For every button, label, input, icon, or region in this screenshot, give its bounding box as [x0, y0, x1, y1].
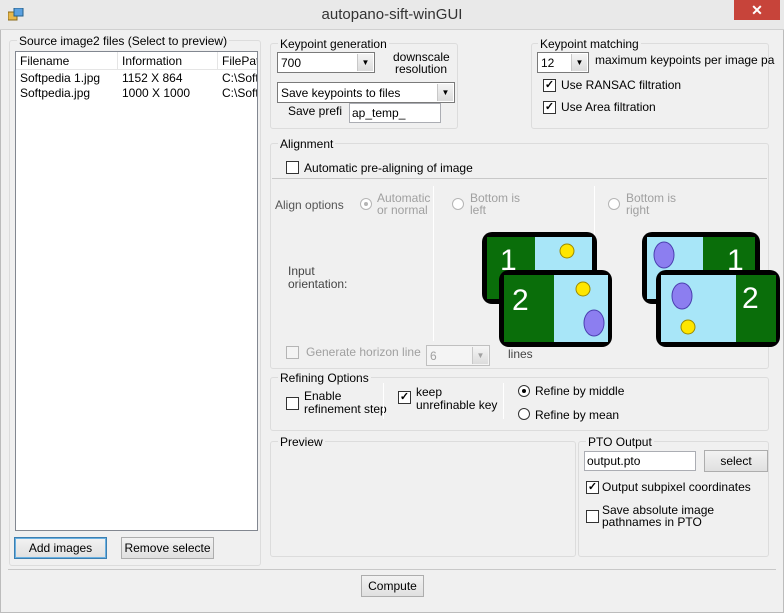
ransac-checkbox[interactable]: ✓ [543, 79, 556, 92]
bottom-right-label-2: right [626, 203, 650, 217]
refine-middle-label: Refine by middle [535, 384, 625, 398]
panel-number: 2 [512, 284, 529, 317]
bottom-right-radio[interactable] [608, 198, 620, 210]
row-filename: Softpedia 1.jpg [20, 71, 101, 85]
compute-button[interactable]: Compute [361, 575, 424, 597]
file-list[interactable]: Filename Information FilePath Softpedia … [15, 51, 258, 531]
auto-prealign-checkbox[interactable] [286, 161, 299, 174]
horizon-label: Generate horizon line [306, 345, 421, 359]
refining-label: Refining Options [278, 371, 371, 385]
horizon-checkbox[interactable] [286, 346, 299, 359]
bottom-left-radio[interactable] [452, 198, 464, 210]
list-header: Filename Information FilePath [16, 52, 257, 70]
save-prefix-label: Save prefi [288, 104, 343, 118]
row-filename: Softpedia.jpg [20, 86, 91, 100]
close-button[interactable]: ✕ [734, 0, 780, 20]
chevron-down-icon[interactable]: ▼ [437, 84, 453, 101]
area-label: Use Area filtration [561, 100, 656, 114]
bottom-left-label-2: left [470, 203, 487, 217]
bottom-left-illustration: 1 2 [480, 230, 615, 350]
save-prefix-value: ap_temp_ [352, 106, 406, 120]
select-button[interactable]: select [704, 450, 768, 472]
enable-refinement-label-1: Enable [304, 389, 342, 403]
ransac-label: Use RANSAC filtration [561, 78, 682, 92]
refine-middle-radio[interactable] [518, 385, 530, 397]
pto-file-value: output.pto [587, 454, 641, 468]
auto-prealign-label: Automatic pre-aligning of image [304, 161, 473, 175]
align-options-label: Align options [275, 198, 344, 212]
align-auto-radio[interactable] [360, 198, 372, 210]
input-orientation-label-1: Input [288, 264, 315, 278]
table-row[interactable]: Softpedia.jpg 1000 X 1000 C:\Soft [16, 86, 257, 101]
keypoint-generation-label: Keypoint generation [278, 37, 389, 51]
subpixel-checkbox[interactable]: ✓ [586, 481, 599, 494]
window-title: autopano-sift-winGUI [321, 6, 463, 23]
horizon-lines-value: 6 [430, 349, 437, 363]
pto-file-input[interactable]: output.pto [584, 451, 696, 471]
save-keypoints-value: Save keypoints to files [281, 86, 401, 100]
max-keypoints-combo[interactable]: 12 ▼ [537, 52, 589, 73]
pto-output-label: PTO Output [586, 435, 654, 449]
alignment-divider [272, 178, 767, 179]
keep-unrefinable-label-1: keep [416, 385, 443, 399]
alignment-label: Alignment [278, 137, 336, 151]
max-keypoints-label: maximum keypoints per image pa [595, 53, 775, 67]
keypoint-matching-label: Keypoint matching [538, 37, 641, 51]
bottom-divider [8, 569, 776, 570]
enable-refinement-label-2: refinement step [304, 402, 387, 416]
resolution-label: resolution [395, 62, 448, 76]
chevron-down-icon[interactable]: ▼ [357, 54, 373, 71]
max-keypoints-value: 12 [541, 56, 555, 70]
panel-number: 2 [742, 282, 759, 315]
source-images-label: Source image2 files (Select to preview) [17, 34, 230, 48]
row-path: C:\Soft [222, 86, 257, 100]
resolution-combo[interactable]: 700 ▼ [277, 52, 375, 73]
add-images-button[interactable]: Add images [14, 537, 107, 559]
chevron-down-icon[interactable]: ▼ [571, 54, 587, 71]
column-filename[interactable]: Filename [16, 52, 118, 70]
save-prefix-input[interactable]: ap_temp_ [349, 103, 441, 123]
preview-group [270, 441, 576, 557]
align-separator [594, 186, 595, 236]
resolution-value: 700 [281, 56, 302, 70]
area-checkbox[interactable]: ✓ [543, 101, 556, 114]
bottom-right-illustration: 1 2 [640, 230, 780, 350]
refining-separator [503, 383, 504, 419]
align-auto-label-2: or normal [377, 203, 428, 217]
refine-mean-label: Refine by mean [535, 408, 620, 422]
preview-label: Preview [278, 435, 325, 449]
row-info: 1000 X 1000 [122, 86, 191, 100]
row-path: C:\Soft [222, 71, 257, 85]
align-separator [433, 186, 434, 341]
row-info: 1152 X 864 [122, 71, 183, 85]
refine-mean-radio[interactable] [518, 408, 530, 420]
keep-unrefinable-checkbox[interactable]: ✓ [398, 391, 411, 404]
lines-label: lines [508, 347, 533, 361]
horizon-lines-combo[interactable]: 6 ▼ [426, 345, 490, 366]
enable-refinement-checkbox[interactable] [286, 397, 299, 410]
subpixel-label: Output subpixel coordinates [602, 480, 751, 494]
chevron-down-icon[interactable]: ▼ [472, 347, 488, 364]
absolute-pathnames-label-2: pathnames in PTO [602, 515, 702, 529]
refining-separator [383, 383, 384, 419]
keep-unrefinable-label-2: unrefinable key [416, 398, 498, 412]
column-information[interactable]: Information [118, 52, 218, 70]
column-filepath[interactable]: FilePath [218, 52, 257, 70]
absolute-pathnames-checkbox[interactable] [586, 510, 599, 523]
save-keypoints-combo[interactable]: Save keypoints to files ▼ [277, 82, 455, 103]
table-row[interactable]: Softpedia 1.jpg 1152 X 864 C:\Soft [16, 71, 257, 86]
input-orientation-label-2: orientation: [288, 277, 348, 291]
remove-selected-button[interactable]: Remove selecte [121, 537, 214, 559]
